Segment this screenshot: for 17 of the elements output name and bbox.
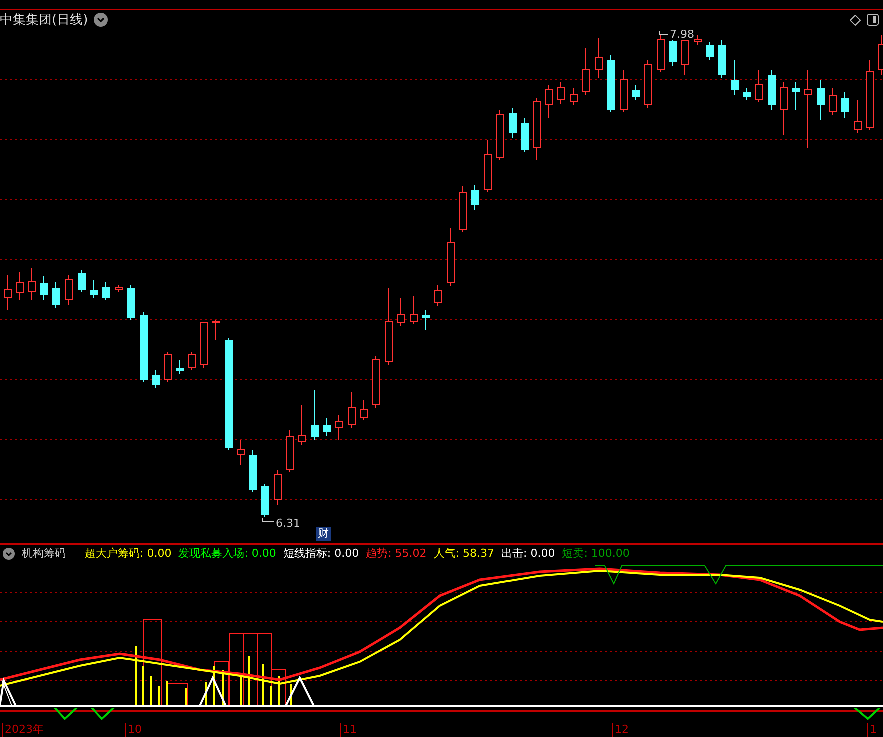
low-price-label: 6.31: [276, 517, 300, 530]
date-axis-label: 10: [125, 723, 142, 737]
date-axis-label: 2023年: [2, 723, 44, 737]
indicator-readout: 短卖: 100.00: [562, 546, 630, 561]
indicator-readout: 超大户筹码: 0.00: [85, 546, 172, 561]
date-axis-label: 12: [612, 723, 629, 737]
date-axis-label: 1: [867, 723, 877, 737]
indicator-readout: 出击: 0.00: [502, 546, 556, 561]
indicator-readout: 短线指标: 0.00: [283, 546, 360, 561]
chart-title: 中集集团(日线): [0, 12, 88, 29]
indicator-readout: 发现私募入场: 0.00: [178, 546, 276, 561]
indicator-readout: 人气: 58.37: [434, 546, 495, 561]
date-axis-label: 11: [340, 723, 357, 737]
indicator-name: 机构筹码: [22, 546, 66, 561]
event-badge[interactable]: 财: [316, 527, 331, 541]
high-price-label: 7.98: [670, 30, 694, 41]
indicator-readout: 趋势: 55.02: [366, 546, 427, 561]
